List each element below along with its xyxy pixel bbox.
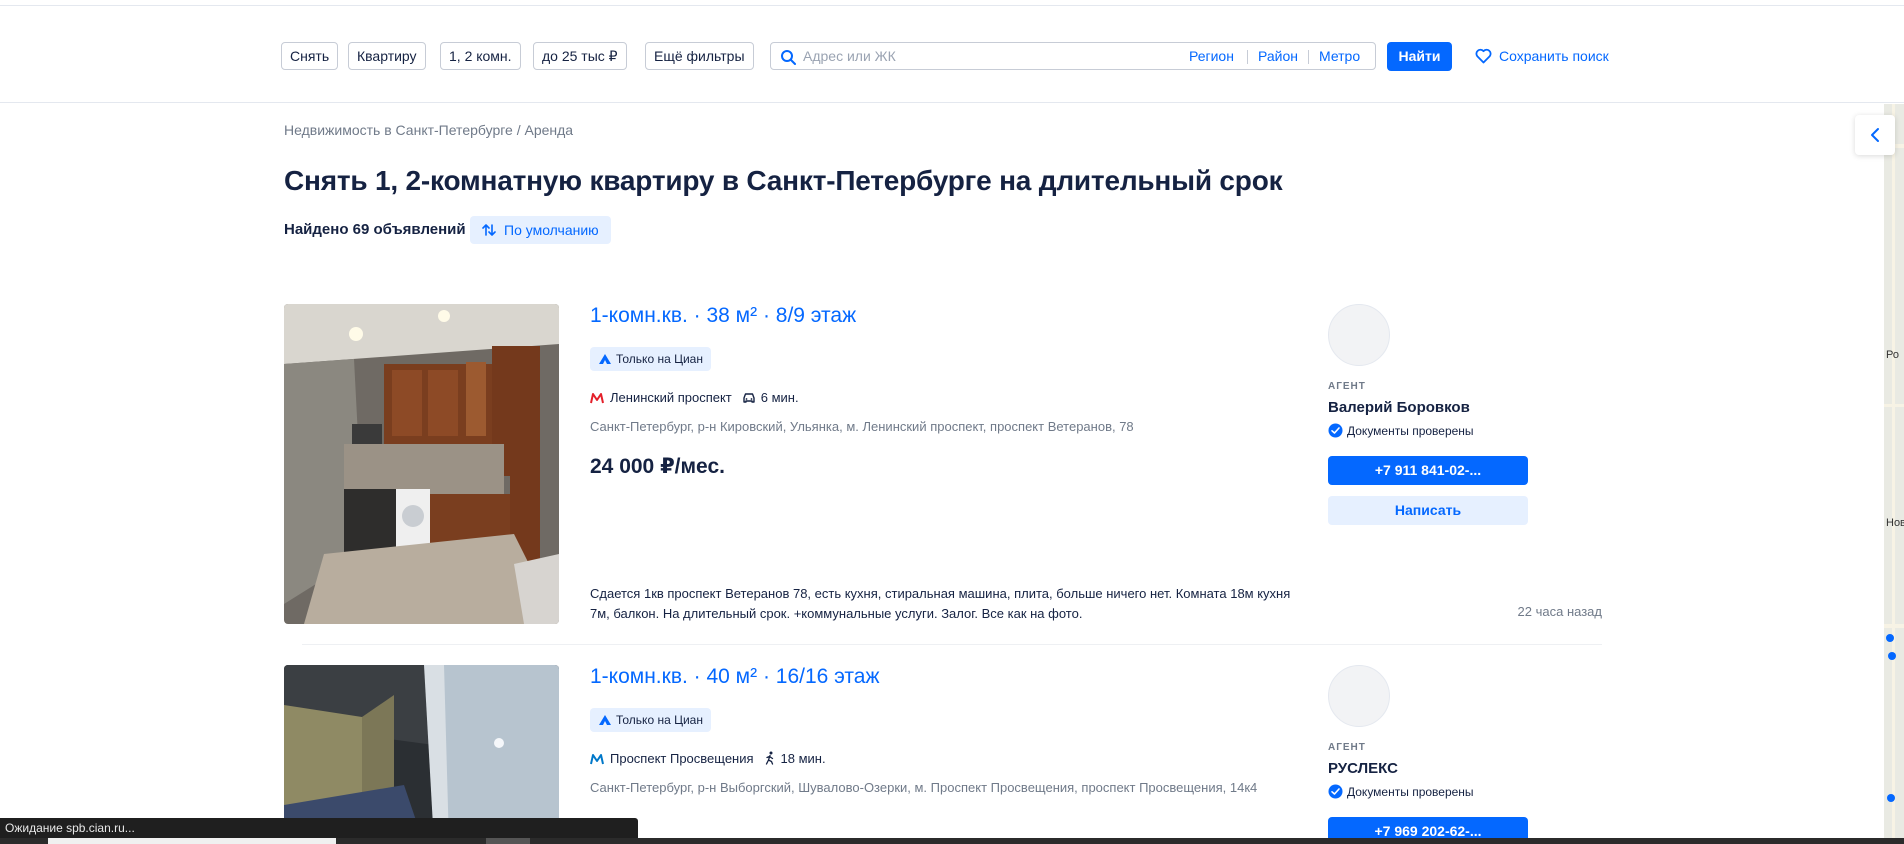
agent-name[interactable]: Валерий Боровков: [1328, 399, 1470, 416]
divider: [1308, 50, 1309, 64]
agent-type: АГЕНТ: [1328, 381, 1366, 392]
price-filter[interactable]: до 25 тыс ₽: [533, 42, 627, 70]
listing-photo[interactable]: [284, 304, 559, 624]
divider: [1247, 50, 1248, 64]
results-count: Найдено 69 объявлений: [284, 221, 466, 238]
travel-time: 18 мин.: [780, 751, 826, 766]
rooms-filter[interactable]: 1, 2 комн.: [440, 42, 521, 70]
agent-name[interactable]: РУСЛЕКС: [1328, 760, 1398, 777]
map-marker[interactable]: [1888, 652, 1896, 660]
sort-label: По умолчанию: [504, 222, 599, 238]
metro-station[interactable]: Проспект Просвещения: [610, 751, 754, 766]
exclusive-badge: Только на Циан: [590, 708, 711, 732]
save-search-button[interactable]: Сохранить поиск: [1475, 48, 1609, 64]
metro-station[interactable]: Ленинский проспект: [610, 390, 732, 405]
taskbar: [0, 838, 1904, 844]
agent-type: АГЕНТ: [1328, 742, 1366, 753]
map-panel[interactable]: Ро Нов: [1884, 104, 1904, 844]
save-search-label: Сохранить поиск: [1499, 48, 1609, 64]
district-link[interactable]: Район: [1258, 48, 1298, 64]
map-marker[interactable]: [1886, 634, 1894, 642]
map-road: [1884, 624, 1904, 628]
listing-title[interactable]: 1-комн.кв. · 38 м² · 8/9 этаж: [590, 304, 856, 328]
exclusive-badge: Только на Циан: [590, 347, 711, 371]
kitchen-photo: [284, 304, 559, 624]
region-link[interactable]: Регион: [1189, 48, 1234, 64]
exclusive-badge-label: Только на Циан: [616, 713, 703, 727]
verified-label: Документы проверены: [1347, 785, 1474, 799]
listing-price: 24 000 ₽/мес.: [590, 455, 725, 478]
deal-type-filter[interactable]: Снять: [281, 42, 339, 70]
verified-icon: [1328, 423, 1343, 438]
browser-status-bar: Ожидание spb.cian.ru...: [0, 818, 638, 838]
sort-icon: [482, 224, 496, 236]
write-button[interactable]: Написать: [1328, 496, 1528, 525]
map-road: [1892, 104, 1895, 844]
verified-icon: [1328, 784, 1343, 799]
metro-info: Ленинский проспект 6 мин.: [590, 390, 799, 405]
travel-time: 6 мин.: [760, 390, 799, 405]
verified-label: Документы проверены: [1347, 424, 1474, 438]
show-phone-button[interactable]: +7 911 841-02-...: [1328, 456, 1528, 485]
verified-badge: Документы проверены: [1328, 423, 1474, 438]
avatar[interactable]: [1328, 304, 1390, 366]
metro-icon: [590, 393, 604, 404]
listing-description: Сдается 1кв проспект Ветеранов 78, есть …: [590, 586, 1291, 621]
breadcrumb[interactable]: Недвижимость в Санкт-Петербурге / Аренда: [284, 122, 573, 138]
map-marker[interactable]: [1887, 794, 1895, 802]
metro-info: Проспект Просвещения 18 мин.: [590, 751, 826, 766]
address-search-input[interactable]: [803, 46, 1163, 66]
divider: [302, 644, 1602, 645]
taskbar-item[interactable]: [486, 838, 530, 844]
car-icon: [743, 393, 755, 403]
avatar[interactable]: [1328, 665, 1390, 727]
filter-bar: Снять Квартиру 1, 2 комн. до 25 тыс ₽ Ещ…: [0, 6, 1904, 103]
walk-icon: [765, 751, 773, 765]
verified-badge: Документы проверены: [1328, 784, 1474, 799]
collapse-map-button[interactable]: [1855, 115, 1895, 155]
exclusive-badge-label: Только на Циан: [616, 352, 703, 366]
object-type-filter[interactable]: Квартиру: [348, 42, 426, 70]
listing-time: 22 часа назад: [1517, 604, 1602, 619]
listing-card[interactable]: 1-комн.кв. · 38 м² · 8/9 этаж Только на …: [284, 304, 1602, 624]
listing-address[interactable]: Санкт-Петербург, р-н Выборгский, Шувалов…: [590, 778, 1290, 798]
taskbar-item[interactable]: [48, 838, 336, 844]
search-box: Регион Район Метро: [770, 42, 1376, 70]
map-label: Нов: [1886, 517, 1904, 529]
map-label: Ро: [1886, 349, 1899, 361]
heart-icon: [1475, 48, 1492, 64]
map-road: [1884, 404, 1904, 407]
listing-title[interactable]: 1-комн.кв. · 40 м² · 16/16 этаж: [590, 665, 880, 689]
find-button[interactable]: Найти: [1387, 42, 1452, 71]
sort-button[interactable]: По умолчанию: [470, 216, 611, 244]
metro-icon: [590, 754, 604, 765]
chevron-left-icon: [1871, 128, 1879, 142]
more-filters-button[interactable]: Ещё фильтры: [645, 42, 754, 70]
page-title: Снять 1, 2-комнатную квартиру в Санкт-Пе…: [284, 165, 1283, 196]
cian-logo-icon: [599, 354, 611, 364]
cian-logo-icon: [599, 715, 611, 725]
metro-link[interactable]: Метро: [1319, 48, 1360, 64]
search-icon: [781, 50, 796, 65]
listing-address[interactable]: Санкт-Петербург, р-н Кировский, Ульянка,…: [590, 417, 1290, 437]
